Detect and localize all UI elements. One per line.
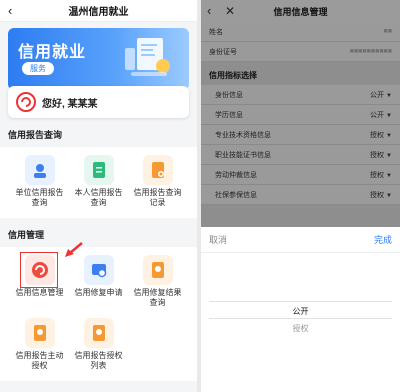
- indicator-label: 专业技术资格信息: [215, 131, 271, 139]
- indicator-select[interactable]: 公开 ▼: [370, 90, 392, 100]
- dimmed-content: 姓名 ■■ 身份证号 ■■■■■■■■■■ 信用指标选择 身份信息 公开 ▼ 学历…: [201, 22, 400, 227]
- tile-personal-credit-report[interactable]: 本人信用报告查询: [69, 151, 128, 214]
- document-icon: [83, 155, 114, 185]
- field-value: ■■■■■■■■■■: [349, 48, 392, 55]
- tile-label: 信用修复申请: [74, 288, 123, 297]
- indicator-section-title: 信用指标选择: [201, 62, 400, 85]
- tile-credit-repair-application[interactable]: 信用修复申请: [69, 251, 128, 314]
- indicator-row[interactable]: 社保参保信息 授权 ▼: [201, 185, 400, 205]
- page-title: 信用信息管理: [273, 6, 328, 17]
- indicator-row[interactable]: 学历信息 公开 ▼: [201, 105, 400, 125]
- user-logo-icon: [16, 92, 36, 112]
- page-title: 温州信用就业: [68, 7, 129, 18]
- greeting-card: 您好, 某某某: [8, 86, 189, 118]
- greeting-text: 您好, 某某某: [42, 98, 98, 110]
- selection-line-top: [209, 301, 392, 302]
- dimmed-filler: [201, 205, 400, 227]
- dropdown-triangle-icon: ▼: [386, 112, 392, 119]
- manage-section: 信用信息管理 信用修复申请 信用修复结果查询 信用报告主动授权 信用报告授权列表: [0, 242, 197, 381]
- tile-label: 信用报告授权列表: [74, 351, 123, 370]
- close-icon[interactable]: ✕: [225, 3, 235, 19]
- indicator-row[interactable]: 职业技能证书信息 授权 ▼: [201, 145, 400, 165]
- field-value: ■■: [383, 28, 392, 35]
- field-label: 身份证号: [209, 48, 237, 56]
- tile-unit-credit-report[interactable]: 单位信用报告查询: [10, 151, 69, 214]
- field-id-number: 身份证号 ■■■■■■■■■■: [201, 42, 400, 62]
- field-name: 姓名 ■■: [201, 22, 400, 42]
- tile-label: 信用报告查询记录: [133, 188, 182, 207]
- dropdown-triangle-icon: ▼: [386, 192, 392, 199]
- right-screen: ‹ ✕ 信用信息管理 姓名 ■■ 身份证号 ■■■■■■■■■■ 信用指标选择 …: [201, 0, 400, 392]
- tile-label: 信用修复结果查询: [133, 288, 182, 307]
- service-banner: 信用就业 服务: [8, 28, 189, 90]
- picker-option-selected[interactable]: 公开: [201, 306, 400, 317]
- certificate-icon: [24, 318, 55, 348]
- indicator-row[interactable]: 身份信息 公开 ▼: [201, 85, 400, 105]
- tile-label: 单位信用报告查询: [15, 188, 64, 207]
- indicator-select[interactable]: 授权 ▼: [370, 130, 392, 140]
- indicator-label: 学历信息: [215, 111, 243, 119]
- field-label: 姓名: [209, 28, 223, 36]
- top-nav-bar: ‹ ✕ 信用信息管理: [201, 0, 400, 22]
- tile-label: 本人信用报告查询: [74, 188, 123, 207]
- top-nav-bar: ‹ 温州信用就业: [0, 0, 197, 22]
- indicator-label: 劳动仲裁信息: [215, 171, 257, 179]
- left-screen: ‹ 温州信用就业 信用就业 服务 您好, 某某某 信用报告查询 单位信用报告查询…: [0, 0, 197, 392]
- picker-option[interactable]: 授权: [201, 323, 400, 334]
- indicator-label: 职业技能证书信息: [215, 151, 271, 159]
- picker-header: 取消 完成: [201, 227, 400, 253]
- highlight-box: [20, 252, 58, 288]
- search-card-icon: [83, 255, 114, 285]
- indicator-row[interactable]: 专业技术资格信息 授权 ▼: [201, 125, 400, 145]
- indicator-row[interactable]: 劳动仲裁信息 授权 ▼: [201, 165, 400, 185]
- tile-label: 信用报告主动授权: [15, 351, 64, 370]
- dropdown-triangle-icon: ▼: [386, 172, 392, 179]
- tile-repair-result-query[interactable]: 信用修复结果查询: [128, 251, 187, 314]
- manage-section-title: 信用管理: [8, 230, 45, 240]
- indicator-select[interactable]: 授权 ▼: [370, 190, 392, 200]
- report-section: 单位信用报告查询 本人信用报告查询 信用报告查询记录: [0, 147, 197, 218]
- indicator-select[interactable]: 授权 ▼: [370, 170, 392, 180]
- back-icon[interactable]: ‹: [207, 3, 211, 19]
- report-section-title: 信用报告查询: [8, 130, 63, 140]
- indicator-select[interactable]: 公开 ▼: [370, 110, 392, 120]
- dropdown-triangle-icon: ▼: [386, 132, 392, 139]
- tile-report-query-records[interactable]: 信用报告查询记录: [128, 151, 187, 214]
- indicator-label: 社保参保信息: [215, 191, 257, 199]
- selection-line-bottom: [209, 318, 392, 319]
- indicator-label: 身份信息: [215, 91, 243, 99]
- tile-credit-info-management[interactable]: 信用信息管理: [10, 242, 83, 314]
- certificate-icon: [142, 255, 173, 285]
- banner-badge: 服务: [22, 62, 54, 75]
- screenshot-root: ‹ 温州信用就业 信用就业 服务 您好, 某某某 信用报告查询 单位信用报告查询…: [0, 0, 400, 392]
- picker-cancel-button[interactable]: 取消: [209, 233, 227, 246]
- dropdown-triangle-icon: ▼: [386, 92, 392, 99]
- record-icon: [142, 155, 173, 185]
- certificate-icon: [83, 318, 114, 348]
- picker-wheel[interactable]: 公开 授权: [201, 253, 400, 363]
- building-person-icon: [24, 155, 55, 185]
- back-icon[interactable]: ‹: [8, 3, 12, 19]
- document-illustration-icon: [125, 38, 170, 76]
- dropdown-triangle-icon: ▼: [386, 152, 392, 159]
- tile-report-active-authorization[interactable]: 信用报告主动授权: [10, 314, 69, 377]
- tile-report-authorization-list[interactable]: 信用报告授权列表: [69, 314, 128, 377]
- picker-done-button[interactable]: 完成: [374, 233, 392, 246]
- indicator-select[interactable]: 授权 ▼: [370, 150, 392, 160]
- tile-label: 信用信息管理: [15, 288, 64, 297]
- banner-title: 信用就业: [18, 44, 87, 61]
